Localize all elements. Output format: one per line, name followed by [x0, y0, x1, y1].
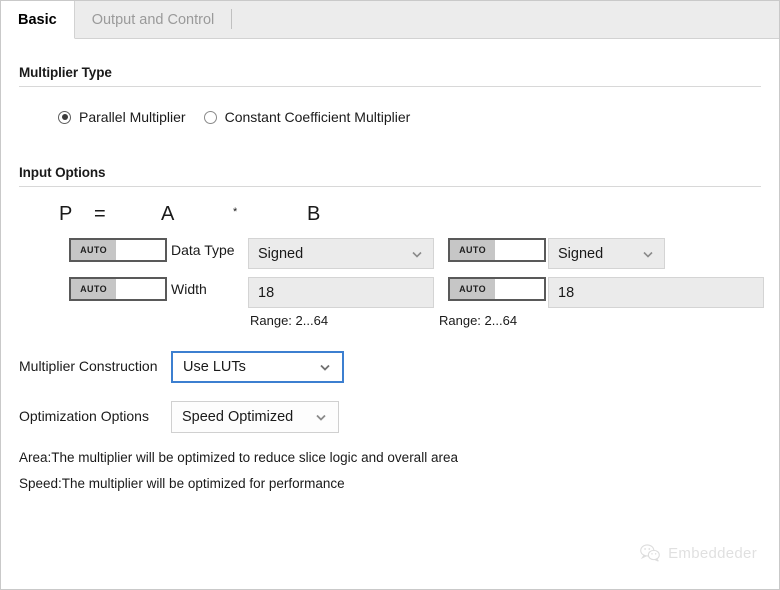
optimization-options-label: Optimization Options [19, 408, 149, 424]
data-type-label: Data Type [171, 242, 235, 258]
multiplier-type-title: Multiplier Type [19, 65, 112, 80]
tab-strip-filler [232, 1, 779, 38]
width-b-value: 18 [558, 284, 575, 301]
chevron-down-icon [314, 410, 328, 424]
multiplier-construction-label: Multiplier Construction [19, 358, 158, 374]
tab-basic[interactable]: Basic [1, 1, 75, 39]
radio-constant-coefficient-multiplier-label: Constant Coefficient Multiplier [224, 109, 411, 125]
chevron-down-icon [410, 247, 424, 261]
data-type-b-dropdown[interactable]: Signed [548, 238, 665, 269]
data-type-a-auto-label: AUTO [71, 240, 117, 260]
tab-output-and-control[interactable]: Output and Control [75, 1, 232, 38]
radio-constant-coefficient-multiplier[interactable]: Constant Coefficient Multiplier [203, 109, 411, 125]
watermark: Embeddeder [639, 543, 757, 563]
range-hint-b: Range: 2...64 [439, 313, 518, 328]
width-a-auto-toggle[interactable]: AUTO [69, 277, 167, 301]
watermark-text: Embeddeder [668, 544, 757, 562]
formula-operand-b: B [307, 203, 321, 225]
radio-unselected-icon [203, 110, 217, 124]
data-type-a-auto-toggle[interactable]: AUTO [69, 238, 167, 262]
radio-selected-icon [58, 110, 71, 124]
formula-equals: = [94, 203, 106, 225]
data-type-b-auto-label: AUTO [450, 240, 496, 260]
input-options-title: Input Options [19, 165, 106, 180]
formula-row: P = A * B [19, 199, 761, 229]
wechat-icon [639, 543, 661, 563]
width-row: AUTO Width 18 AUTO 18 [19, 277, 764, 308]
optimization-options-dropdown[interactable]: Speed Optimized [171, 401, 339, 433]
optimization-options-value: Speed Optimized [182, 409, 294, 425]
tab-output-and-control-label: Output and Control [91, 11, 215, 28]
width-b-auto-track [495, 279, 544, 299]
data-type-b-auto-toggle[interactable]: AUTO [448, 238, 546, 262]
width-b-auto-label: AUTO [450, 279, 496, 299]
radio-parallel-multiplier[interactable]: Parallel Multiplier [58, 109, 186, 125]
multiplier-type-divider [19, 86, 761, 87]
formula-operand-a: A [161, 203, 175, 225]
description-area: Area:The multiplier will be optimized to… [19, 450, 458, 465]
width-a-auto-label: AUTO [71, 279, 117, 299]
multiplier-construction-value: Use LUTs [183, 359, 246, 375]
chevron-down-icon [641, 247, 655, 261]
tab-basic-label: Basic [18, 11, 57, 28]
width-label: Width [171, 281, 207, 297]
radio-parallel-multiplier-label: Parallel Multiplier [79, 109, 186, 125]
data-type-a-value: Signed [258, 245, 304, 262]
range-hints-row: Range: 2...64 Range: 2...64 [19, 313, 761, 333]
multiplier-config-window: Basic Output and Control Multiplier Type… [0, 0, 780, 590]
range-hint-a: Range: 2...64 [250, 313, 329, 328]
input-options-section: Input Options [19, 165, 761, 187]
data-type-b-auto-track [495, 240, 544, 260]
input-options-divider [19, 186, 761, 187]
multiplier-construction-dropdown[interactable]: Use LUTs [171, 351, 344, 383]
formula-operator: * [233, 206, 238, 218]
width-a-input[interactable]: 18 [248, 277, 434, 308]
data-type-a-auto-track [116, 240, 165, 260]
data-type-row: AUTO Data Type Signed AUTO Signed [19, 238, 761, 269]
width-b-input[interactable]: 18 [548, 277, 764, 308]
multiplier-construction-row: Multiplier Construction Use LUTs [19, 351, 761, 383]
data-type-a-dropdown[interactable]: Signed [248, 238, 434, 269]
multiplier-type-radio-group: Parallel Multiplier Constant Coefficient… [19, 109, 761, 125]
width-b-auto-toggle[interactable]: AUTO [448, 277, 546, 301]
width-a-value: 18 [258, 284, 275, 301]
optimization-options-row: Optimization Options Speed Optimized [19, 401, 761, 433]
description-speed: Speed:The multiplier will be optimized f… [19, 476, 345, 491]
tab-bar: Basic Output and Control [1, 1, 779, 39]
formula-product: P [59, 203, 73, 225]
data-type-b-value: Signed [558, 245, 604, 262]
multiplier-type-section: Multiplier Type [19, 65, 761, 87]
width-a-auto-track [116, 279, 165, 299]
chevron-down-icon [318, 360, 332, 374]
basic-panel-content: Multiplier Type Parallel Multiplier Cons… [1, 65, 779, 491]
